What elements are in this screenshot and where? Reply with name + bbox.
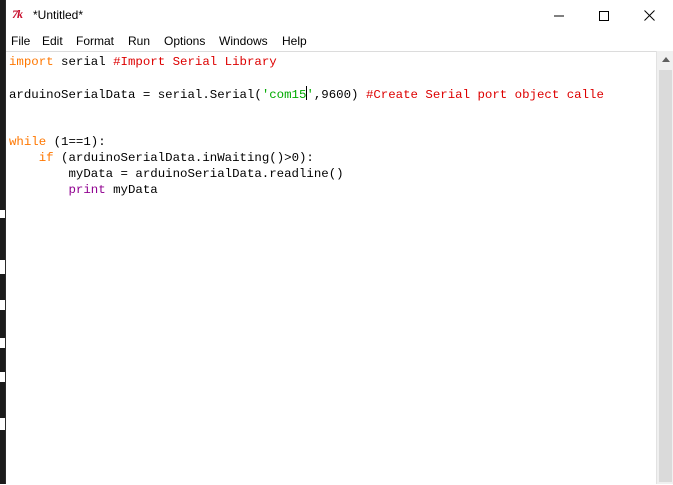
keyword-token: import — [9, 55, 54, 69]
code-token: myData = arduinoSerialData.readline() — [9, 167, 344, 181]
code-token: (1==1): — [46, 135, 106, 149]
code-line: if (arduinoSerialData.inWaiting()>0): — [9, 150, 314, 166]
menu-edit[interactable]: Edit — [42, 34, 63, 48]
menu-windows[interactable]: Windows — [219, 34, 268, 48]
code-line: while (1==1): — [9, 134, 106, 150]
builtin-token: print — [68, 183, 106, 197]
idle-editor-window: 7k *Untitled* File Edit Format Run Optio… — [5, 0, 673, 485]
code-line: myData = arduinoSerialData.readline() — [9, 166, 344, 182]
close-icon — [643, 10, 655, 21]
code-token: ,9600) — [313, 88, 366, 102]
menu-options[interactable]: Options — [164, 34, 205, 48]
minimize-button[interactable] — [536, 0, 582, 31]
string-token: ' — [306, 88, 314, 102]
chevron-up-icon — [661, 57, 670, 62]
maximize-icon — [599, 10, 609, 21]
title-bar[interactable]: 7k *Untitled* — [6, 0, 673, 31]
code-token: serial — [53, 55, 114, 69]
tk-feather-icon: 7k — [12, 7, 23, 21]
maximize-button[interactable] — [581, 0, 627, 31]
keyword-token: if — [38, 151, 54, 165]
code-line: print myData — [9, 182, 158, 198]
menu-format[interactable]: Format — [76, 34, 114, 48]
menu-bar: File Edit Format Run Options Windows Hel… — [6, 31, 673, 51]
menu-run[interactable]: Run — [128, 34, 150, 48]
code-line: arduinoSerialData = serial.Serial('com15… — [9, 86, 604, 102]
close-button[interactable] — [626, 0, 672, 31]
scroll-up-button[interactable] — [657, 51, 673, 68]
menu-file[interactable]: File — [11, 34, 30, 48]
string-token: 'com15 — [261, 88, 307, 102]
window-title: *Untitled* — [33, 8, 84, 22]
code-token: myData — [105, 183, 158, 197]
minimize-icon — [554, 15, 564, 16]
code-token: arduinoSerialData = serial.Serial( — [9, 88, 262, 102]
menu-help[interactable]: Help — [282, 34, 307, 48]
indent-token — [9, 183, 69, 197]
code-editor[interactable]: import serial #Import Serial Library ard… — [6, 51, 656, 485]
keyword-token: while — [9, 135, 47, 149]
comment-token: #Import Serial Library — [113, 55, 277, 69]
code-token: (arduinoSerialData.inWaiting()>0): — [53, 151, 314, 165]
scrollbar-thumb[interactable] — [659, 70, 672, 482]
code-line: import serial #Import Serial Library — [9, 54, 277, 70]
vertical-scrollbar[interactable] — [656, 51, 673, 484]
comment-token: #Create Serial port object calle — [365, 88, 604, 102]
indent-token — [9, 151, 39, 165]
